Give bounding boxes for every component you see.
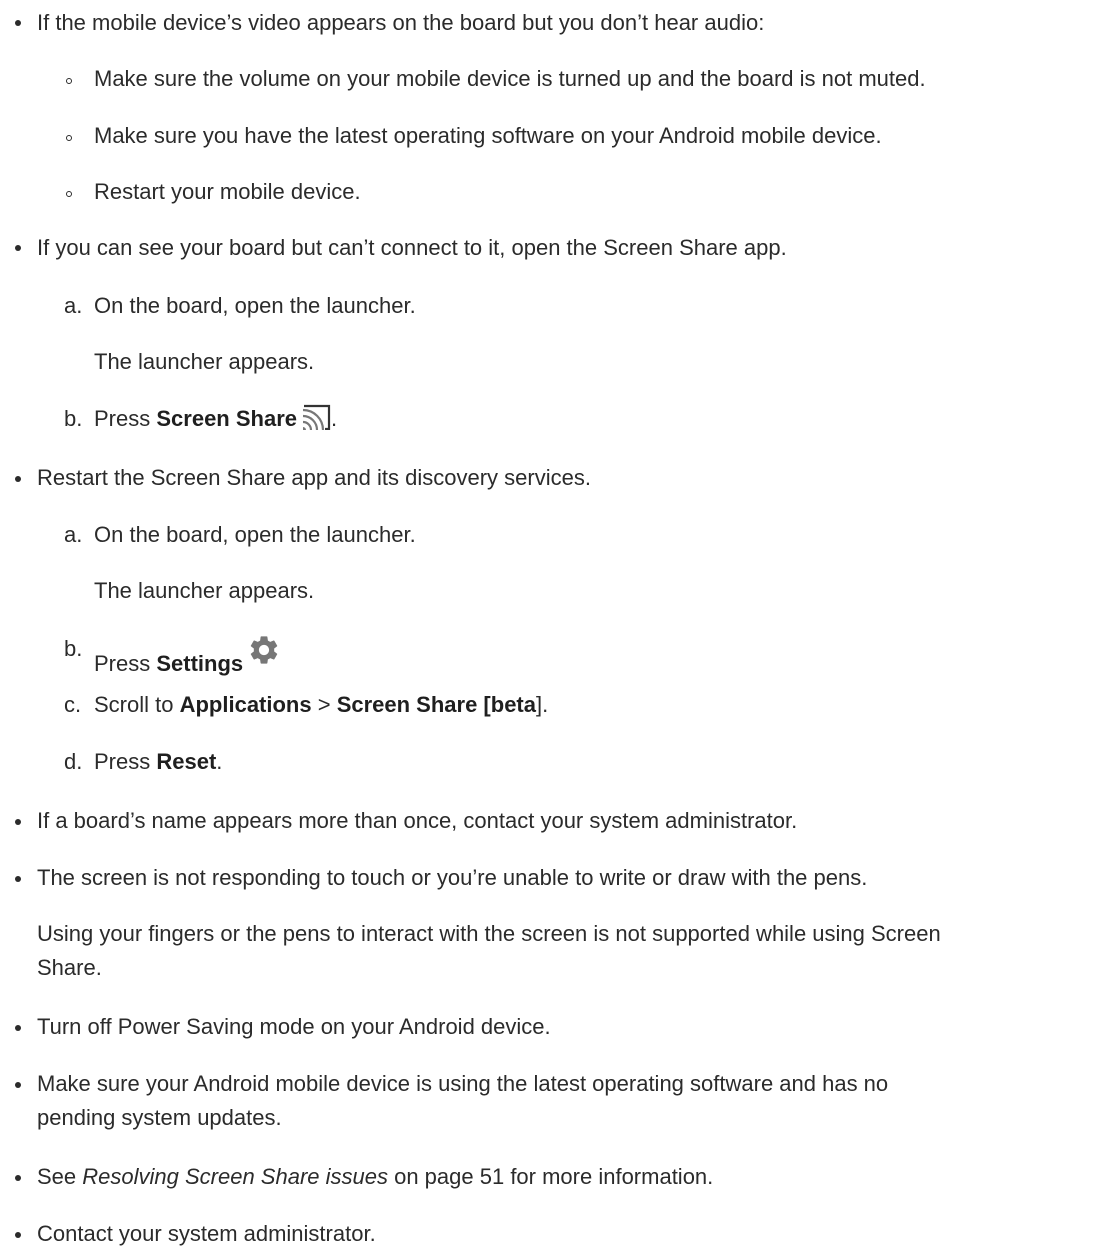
- gear-icon: [247, 633, 281, 675]
- list-item: See Resolving Screen Share issues on pag…: [37, 1161, 713, 1192]
- step-text-pre: Press: [94, 749, 157, 774]
- list-item: Restart the Screen Share app and its dis…: [37, 465, 591, 490]
- list-item-pre: See: [37, 1164, 83, 1189]
- note-text: Using your fingers or the pens to intera…: [37, 921, 941, 946]
- step-text: On the board, open the launcher.: [94, 293, 416, 318]
- reset-label: Reset: [156, 749, 217, 774]
- step-text-mid: >: [311, 692, 337, 717]
- step-text-post: .: [331, 406, 338, 431]
- step-marker: d.: [64, 749, 83, 774]
- step-marker: a.: [64, 293, 83, 318]
- step-text: On the board, open the launcher.: [94, 522, 416, 547]
- step-marker: c.: [64, 692, 82, 717]
- list-item: The screen is not responding to touch or…: [37, 865, 868, 890]
- step-result: The launcher appears.: [94, 349, 315, 374]
- bullet: [15, 20, 21, 26]
- step-result: The launcher appears.: [94, 578, 315, 603]
- list-item: If you can see your board but can’t conn…: [37, 235, 787, 260]
- cast-icon: [301, 404, 331, 438]
- step-marker: b.: [64, 636, 83, 661]
- step-text: Press Screen Share.: [94, 403, 337, 438]
- applications-label: Applications: [179, 692, 312, 717]
- step-text: Scroll to Applications > Screen Share [b…: [94, 689, 548, 720]
- bullet: [15, 1025, 21, 1031]
- screen-share-label: Screen Share: [156, 406, 297, 431]
- list-item: Contact your system administrator.: [37, 1221, 376, 1246]
- step-text-pre: Scroll to: [94, 692, 180, 717]
- step-text-post: .: [216, 749, 223, 774]
- list-item: pending system updates.: [37, 1105, 282, 1130]
- list-item: Make sure the volume on your mobile devi…: [94, 66, 926, 91]
- list-item: Make sure you have the latest operating …: [94, 123, 882, 148]
- list-item: Turn off Power Saving mode on your Andro…: [37, 1014, 551, 1039]
- list-item: If a board’s name appears more than once…: [37, 808, 798, 833]
- bullet: [15, 1232, 21, 1238]
- step-marker: a.: [64, 522, 83, 547]
- list-item: Restart your mobile device.: [94, 179, 361, 204]
- step-text: Press Settings: [94, 633, 281, 679]
- note-text: Share.: [37, 955, 102, 980]
- step-text: Press Reset.: [94, 746, 222, 777]
- step-text-pre: Press: [94, 651, 157, 676]
- sub-bullet: [66, 135, 72, 141]
- bullet: [15, 876, 21, 882]
- step-marker: b.: [64, 406, 83, 431]
- cross-reference-link[interactable]: Resolving Screen Share issues: [82, 1164, 388, 1189]
- list-item: Make sure your Android mobile device is …: [37, 1071, 889, 1096]
- bullet: [15, 1175, 21, 1181]
- sub-bullet: [66, 191, 72, 197]
- step-text-post: ].: [536, 692, 549, 717]
- step-text-pre: Press: [94, 406, 157, 431]
- sub-bullet: [66, 78, 72, 84]
- bullet: [15, 476, 21, 482]
- screen-share-beta-label: Screen Share [beta: [336, 692, 536, 717]
- bullet: [15, 819, 21, 825]
- list-item-post: on page 51 for more information.: [387, 1164, 714, 1189]
- bullet: [15, 1082, 21, 1088]
- settings-label: Settings: [156, 651, 244, 676]
- bullet: [15, 245, 21, 251]
- list-item: If the mobile device’s video appears on …: [37, 10, 765, 35]
